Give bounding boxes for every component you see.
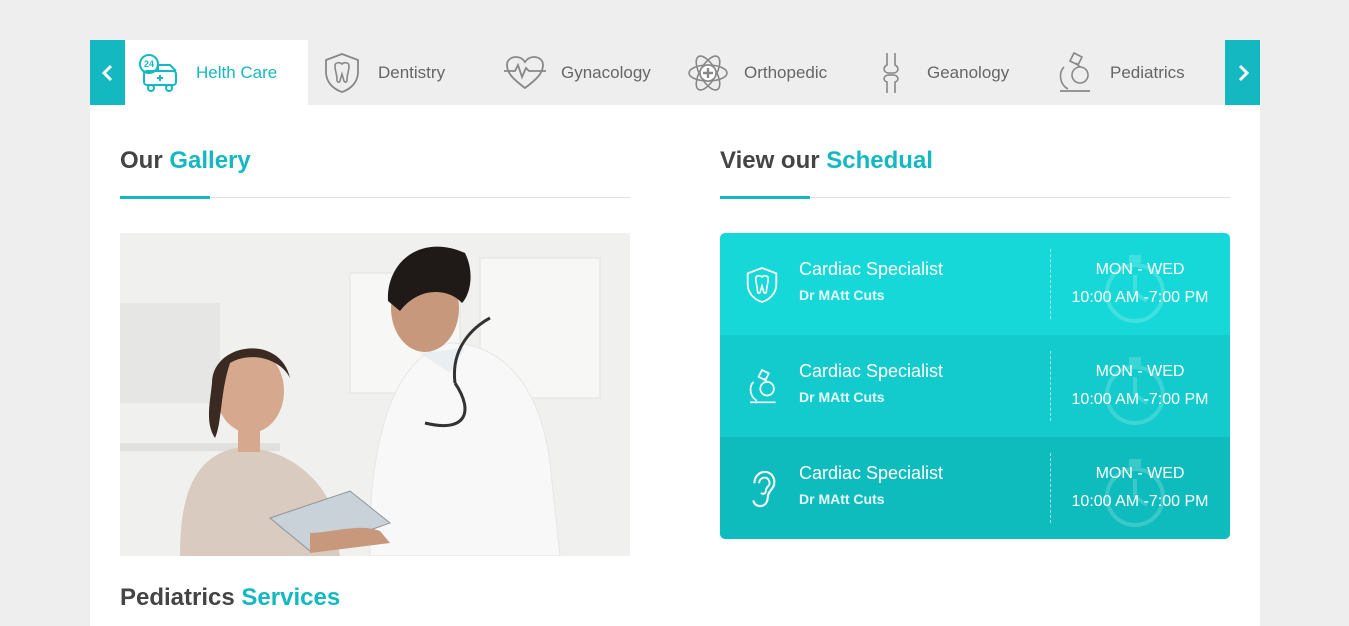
bone-joint-icon <box>869 51 913 95</box>
svg-text:24: 24 <box>144 59 154 69</box>
tab-label: Geanology <box>927 62 1010 82</box>
tab-helth-care[interactable]: 24 Helth Care <box>125 40 308 105</box>
medical-cross-atom-icon <box>686 51 730 95</box>
tab-pediatrics[interactable]: Pediatrics <box>1052 40 1185 105</box>
schedule-title: View our Schedual <box>720 147 933 174</box>
schedule-list: Cardiac Specialist Dr MAtt Cuts MON - WE… <box>720 233 1230 539</box>
schedule-row[interactable]: Cardiac Specialist Dr MAtt Cuts MON - WE… <box>720 335 1230 437</box>
microscope-icon <box>1052 51 1096 95</box>
doctor-name: Dr MAtt Cuts <box>799 491 885 507</box>
chevron-right-icon <box>1238 64 1249 81</box>
doctor-patient-image <box>120 233 630 556</box>
tab-label: Helth Care <box>196 62 278 82</box>
gallery-title: Our Gallery <box>120 147 251 174</box>
specialty-title: Cardiac Specialist <box>799 259 944 279</box>
schedule-days: MON - WED <box>1095 465 1185 482</box>
ear-icon <box>742 469 782 509</box>
schedule-days: MON - WED <box>1095 363 1185 380</box>
specialty-title: Cardiac Specialist <box>799 463 944 483</box>
tab-dentistry[interactable]: Dentistry <box>320 40 445 105</box>
tab-gynacology[interactable]: Gynacology <box>503 40 651 105</box>
schedule-row[interactable]: Cardiac Specialist Dr MAtt Cuts MON - WE… <box>720 233 1230 335</box>
tab-label: Orthopedic <box>744 62 828 82</box>
chevron-left-icon <box>101 64 112 81</box>
specialty-title: Cardiac Specialist <box>799 361 944 381</box>
prev-tab-button[interactable] <box>90 40 125 105</box>
main-content: Our Gallery View our Schedual Cardiac Sp… <box>90 105 1260 626</box>
tooth-shield-icon <box>742 265 782 305</box>
microscope-icon <box>742 367 782 407</box>
row-divider <box>1050 351 1051 421</box>
tab-label: Dentistry <box>378 62 446 82</box>
row-divider <box>1050 453 1051 523</box>
heartbeat-icon <box>503 51 547 95</box>
tab-label: Gynacology <box>561 62 651 82</box>
services-title: Pediatrics Services <box>120 584 341 611</box>
schedule-divider-accent <box>720 196 810 199</box>
tab-geanology[interactable]: Geanology <box>869 40 1009 105</box>
row-divider <box>1050 249 1051 319</box>
schedule-days: MON - WED <box>1095 261 1185 278</box>
doctor-name: Dr MAtt Cuts <box>799 287 885 303</box>
tooth-shield-icon <box>320 51 364 95</box>
tab-orthopedic[interactable]: Orthopedic <box>686 40 827 105</box>
tab-label: Pediatrics <box>1110 62 1185 82</box>
department-tabs: 24 Helth Care Dentistry Gynacology Ortho… <box>90 40 1260 105</box>
24h-ambulance-icon: 24 <box>138 51 182 95</box>
schedule-hours: 10:00 AM -7:00 PM <box>1071 289 1209 306</box>
gallery-photo[interactable] <box>120 233 630 556</box>
doctor-name: Dr MAtt Cuts <box>799 389 885 405</box>
gallery-divider-accent <box>120 196 210 199</box>
schedule-hours: 10:00 AM -7:00 PM <box>1071 391 1209 408</box>
schedule-row[interactable]: Cardiac Specialist Dr MAtt Cuts MON - WE… <box>720 437 1230 539</box>
next-tab-button[interactable] <box>1225 40 1260 105</box>
schedule-hours: 10:00 AM -7:00 PM <box>1071 493 1209 510</box>
